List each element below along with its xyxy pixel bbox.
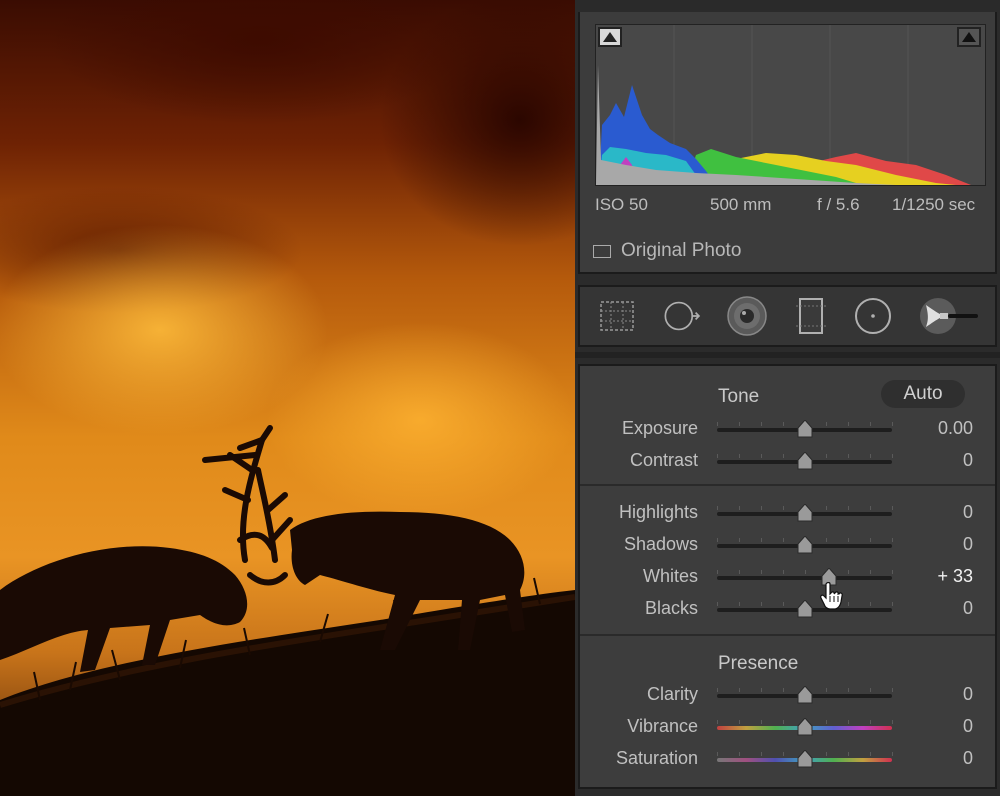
slider-row-blacks: Blacks 0: [580, 594, 995, 624]
slider-thumb[interactable]: [797, 503, 813, 522]
slider-value[interactable]: 0: [963, 450, 973, 471]
adjustment-brush-icon: [920, 298, 978, 334]
slider-label: Shadows: [623, 534, 698, 554]
graduated-filter-icon: [796, 298, 826, 334]
develop-panel: ISO 50 500 mm f / 5.6 1/1250 sec Origina…: [575, 0, 1000, 796]
slider-label: Highlights: [618, 502, 698, 522]
slider-row-whites: Whites + 33: [580, 562, 995, 592]
section-divider: [580, 484, 995, 486]
crop-overlay-icon: [600, 301, 634, 331]
radial-filter-tool[interactable]: [852, 297, 894, 335]
slider-row-shadows: Shadows 0: [580, 530, 995, 560]
crop-overlay-tool[interactable]: [596, 297, 638, 335]
slider-thumb[interactable]: [797, 599, 813, 618]
slider-value[interactable]: 0: [963, 684, 973, 705]
slider-row-highlights: Highlights 0: [580, 498, 995, 528]
slider-value[interactable]: 0: [963, 534, 973, 555]
slider-row-saturation: Saturation 0: [580, 744, 995, 774]
radial-filter-icon: [855, 298, 891, 334]
highlight-clipping-toggle[interactable]: [957, 27, 981, 47]
section-divider: [580, 634, 995, 636]
slider-label: Whites: [642, 566, 698, 586]
spot-removal-tool[interactable]: [662, 297, 704, 335]
slider-ticks: [717, 570, 893, 574]
graduated-filter-tool[interactable]: [790, 297, 832, 335]
histogram-panel: ISO 50 500 mm f / 5.6 1/1250 sec Origina…: [578, 12, 997, 274]
red-eye-icon: [727, 296, 767, 336]
photo-preview: [0, 0, 575, 796]
panel-header-strip: [575, 0, 1000, 10]
red-eye-tool[interactable]: [726, 296, 768, 336]
slider-value[interactable]: + 33: [937, 566, 973, 587]
shutter-value: 1/1250 sec: [892, 195, 976, 214]
triangle-up-icon: [962, 32, 976, 42]
slider-value[interactable]: 0.00: [938, 418, 973, 439]
iso-value: ISO 50: [595, 195, 648, 214]
shadow-clipping-toggle[interactable]: [598, 27, 622, 47]
slider-value[interactable]: 0: [963, 502, 973, 523]
histogram-graph: [596, 25, 971, 185]
triangle-up-icon: [603, 32, 617, 42]
slider-label: Blacks: [644, 598, 698, 618]
slider-row-clarity: Clarity 0: [580, 680, 995, 710]
slider-label: Clarity: [646, 684, 698, 704]
slider-label: Contrast: [629, 450, 698, 470]
slider-row-vibrance: Vibrance 0: [580, 712, 995, 742]
slider-label: Exposure: [621, 418, 698, 438]
slider-thumb[interactable]: [797, 685, 813, 704]
histogram[interactable]: [595, 24, 986, 186]
focal-length-value: 500 mm: [710, 195, 772, 214]
slider-value[interactable]: 0: [963, 598, 973, 619]
hand-cursor-icon: [820, 581, 844, 615]
slider-value[interactable]: 0: [963, 716, 973, 737]
slider-track[interactable]: [717, 576, 892, 580]
slider-row-exposure: Exposure 0.00: [580, 414, 995, 444]
slider-label: Saturation: [615, 748, 698, 768]
slider-thumb[interactable]: [797, 749, 813, 768]
slider-thumb[interactable]: [797, 717, 813, 736]
slider-value[interactable]: 0: [963, 748, 973, 769]
original-photo-toggle[interactable]: Original Photo: [593, 240, 741, 262]
slider-thumb[interactable]: [797, 419, 813, 438]
deer-silhouette-image: [0, 425, 575, 796]
basic-panel: Tone Auto Exposure 0.00 Contrast 0 Highligh…: [578, 364, 997, 789]
presence-section-title: Presence: [718, 653, 799, 674]
spot-removal-icon: [664, 301, 701, 331]
adjustment-brush-tool[interactable]: [916, 297, 984, 335]
slider-row-contrast: Contrast 0: [580, 446, 995, 476]
slider-label: Vibrance: [627, 716, 698, 736]
tool-strip: [578, 285, 997, 347]
panel-separator: [575, 352, 1000, 358]
original-photo-label: Original Photo: [621, 240, 742, 261]
exif-info: ISO 50 500 mm f / 5.6 1/1250 sec: [595, 195, 985, 219]
auto-tone-button[interactable]: Auto: [881, 380, 965, 408]
slider-thumb[interactable]: [797, 535, 813, 554]
tone-section-title: Tone: [718, 386, 760, 407]
checkbox[interactable]: [593, 244, 611, 258]
slider-thumb[interactable]: [797, 451, 813, 470]
aperture-value: f / 5.6: [817, 195, 860, 214]
